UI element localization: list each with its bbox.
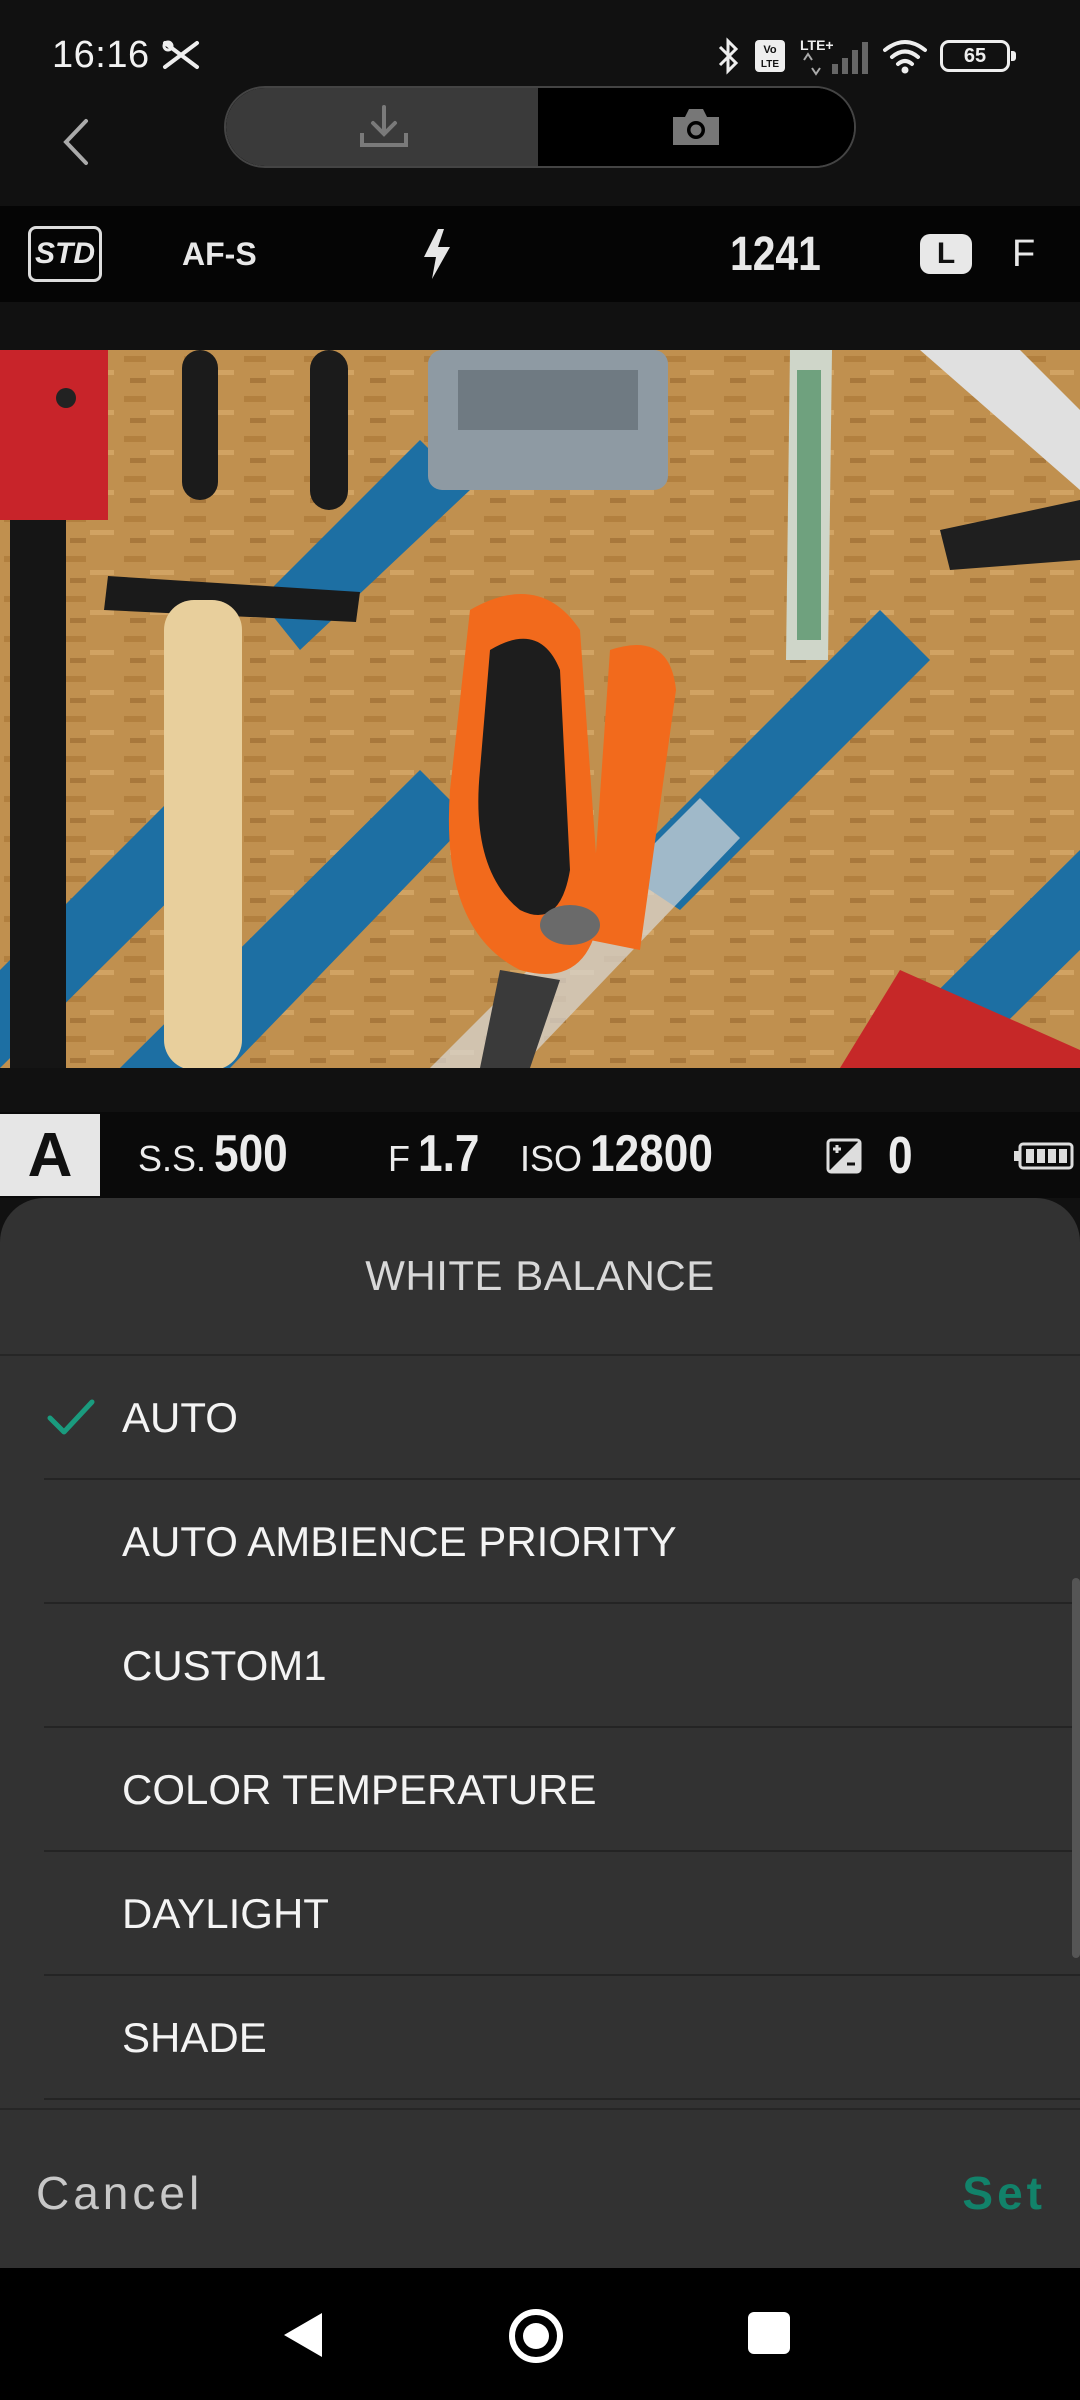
wb-option-label: SHADE bbox=[122, 2014, 267, 2061]
status-time: 16:16 bbox=[52, 34, 150, 76]
shutter-speed-value: 500 bbox=[214, 1125, 288, 1183]
wb-option-color-temperature[interactable]: COLOR TEMPERATURE bbox=[0, 1728, 1080, 1852]
shots-remaining: 1241 bbox=[730, 227, 821, 281]
camera-info-strip: STD AF-S 1241 L F bbox=[0, 206, 1080, 302]
live-view-picture bbox=[0, 350, 1080, 1068]
svg-text:Vo: Vo bbox=[763, 44, 777, 56]
shutter-speed-label: S.S. bbox=[138, 1138, 207, 1179]
svg-text:LTE: LTE bbox=[761, 59, 779, 70]
image-quality-label[interactable]: F bbox=[1012, 226, 1035, 282]
flash-icon bbox=[424, 229, 450, 279]
film-simulation-badge[interactable]: STD bbox=[28, 226, 102, 282]
chevron-left-icon bbox=[63, 119, 88, 165]
status-bar: 16:16 Vo LTE LTE+ 65 bbox=[0, 0, 1080, 86]
white-balance-sheet: WHITE BALANCE AUTO AUTO AMBIENCE PRIORIT… bbox=[0, 1198, 1080, 2268]
wb-option-label: AUTO bbox=[122, 1394, 238, 1441]
exposure-mode-badge[interactable]: A bbox=[0, 1114, 100, 1196]
wb-option-label: AUTO AMBIENCE PRIORITY bbox=[122, 1518, 677, 1565]
wb-option-label: CUSTOM1 bbox=[122, 1642, 327, 1689]
sheet-footer: Cancel Set bbox=[0, 2108, 1080, 2268]
wb-option-daylight[interactable]: DAYLIGHT bbox=[0, 1852, 1080, 1976]
exposure-compensation[interactable]: 0 bbox=[826, 1124, 917, 1188]
camera-icon bbox=[673, 109, 719, 145]
tools-icon bbox=[162, 40, 199, 69]
wb-option-label: DAYLIGHT bbox=[122, 1890, 329, 1937]
liveview-margin-top bbox=[0, 302, 1080, 352]
sheet-title: WHITE BALANCE bbox=[0, 1198, 1080, 1356]
image-size-badge[interactable]: L bbox=[920, 226, 972, 282]
nav-back-icon[interactable] bbox=[280, 2310, 326, 2360]
wb-option-custom1[interactable]: CUSTOM1 bbox=[0, 1604, 1080, 1728]
exposure-compensation-icon bbox=[826, 1138, 862, 1174]
aperture-value: 1.7 bbox=[418, 1125, 480, 1183]
download-icon bbox=[360, 105, 408, 147]
aperture[interactable]: F 1.7 bbox=[388, 1124, 490, 1188]
image-size-label: L bbox=[920, 234, 972, 274]
aperture-label: F bbox=[388, 1138, 410, 1179]
wb-option-label: COLOR TEMPERATURE bbox=[122, 1766, 597, 1813]
exposure-compensation-value: 0 bbox=[888, 1127, 913, 1185]
network-type-label: LTE+ bbox=[800, 37, 834, 53]
battery-level: 65 bbox=[963, 44, 987, 67]
iso-label: ISO bbox=[520, 1138, 583, 1179]
volte-icon: Vo LTE bbox=[755, 40, 785, 72]
system-nav-bar bbox=[0, 2268, 1080, 2400]
set-button[interactable]: Set bbox=[962, 2166, 1046, 2220]
camera-battery-icon bbox=[1014, 1142, 1074, 1170]
focus-mode-label[interactable]: AF-S bbox=[182, 226, 257, 282]
mode-segmented-control bbox=[224, 86, 856, 168]
flash-button[interactable] bbox=[420, 226, 454, 282]
shutter-speed[interactable]: S.S. 500 bbox=[138, 1124, 301, 1188]
options-scrollbar[interactable] bbox=[1072, 1578, 1080, 1958]
liveview-margin-bottom bbox=[0, 1068, 1080, 1112]
wifi-icon bbox=[883, 40, 927, 74]
wb-option-auto-ambience-priority[interactable]: AUTO AMBIENCE PRIORITY bbox=[0, 1480, 1080, 1604]
top-nav bbox=[0, 86, 1080, 206]
iso[interactable]: ISO 12800 bbox=[520, 1124, 735, 1188]
iso-value: 12800 bbox=[590, 1125, 713, 1183]
nav-recents-icon[interactable] bbox=[748, 2312, 790, 2354]
nav-home-icon[interactable] bbox=[508, 2308, 564, 2364]
wb-option-shade[interactable]: SHADE bbox=[0, 1976, 1080, 2100]
back-button[interactable] bbox=[40, 102, 110, 182]
tab-import[interactable] bbox=[226, 88, 542, 166]
battery-icon: 65 bbox=[940, 40, 1016, 72]
live-view-image[interactable] bbox=[0, 350, 1080, 1068]
cellular-signal-icon: LTE+ bbox=[800, 37, 868, 76]
exposure-info-row: A S.S. 500 F 1.7 ISO 12800 0 bbox=[0, 1112, 1080, 1198]
checkmark-icon bbox=[47, 1399, 95, 1435]
bluetooth-icon bbox=[718, 37, 739, 75]
cancel-button[interactable]: Cancel bbox=[36, 2166, 203, 2220]
wb-option-auto[interactable]: AUTO bbox=[0, 1356, 1080, 1480]
tab-remote-shooting[interactable] bbox=[538, 88, 854, 166]
